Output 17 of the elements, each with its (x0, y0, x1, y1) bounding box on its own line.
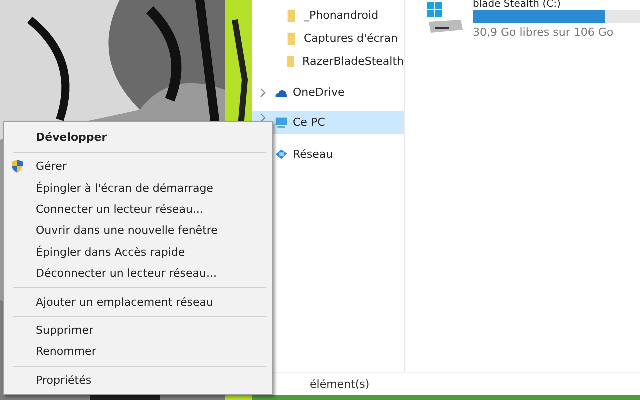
menu-item[interactable]: Ajouter un emplacement réseau (4, 291, 272, 313)
menu-item[interactable]: Gérer (4, 156, 272, 178)
nav-item[interactable]: _Phonandroid (252, 4, 404, 27)
nav-item[interactable]: Ce PC (252, 111, 404, 134)
menu-item[interactable]: Ouvrir dans une nouvelle fenêtre (4, 220, 272, 242)
menu-item[interactable]: Propriétés (4, 370, 272, 391)
menu-item[interactable]: Supprimer (4, 320, 272, 342)
menu-item[interactable]: Épingler dans Accès rapide (4, 242, 272, 263)
nav-item[interactable]: OneDrive (252, 81, 404, 104)
nav-item[interactable]: Captures d'écran (252, 27, 404, 50)
menu-item[interactable]: Connecter un lecteur réseau... (4, 198, 272, 220)
nav-item[interactable]: RazerBladeStealth (252, 50, 404, 73)
menu-item[interactable]: Épingler à l'écran de démarrage (4, 177, 272, 199)
menu-item[interactable]: Renommer (4, 341, 272, 363)
free-space-text: 30,9 Go libres sur 106 Go (473, 26, 615, 39)
status-text: élément(s) (310, 378, 370, 390)
menu-item[interactable]: Déconnecter un lecteur réseau... (4, 262, 272, 284)
